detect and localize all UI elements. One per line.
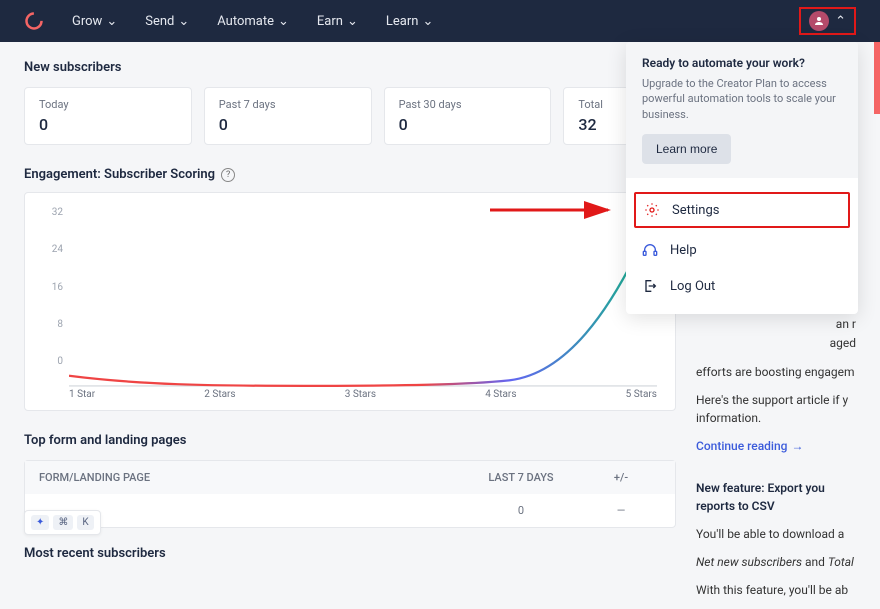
menu-label: Help: [670, 243, 697, 258]
chevron-down-icon: ⌄: [278, 14, 289, 29]
gear-icon: [644, 202, 660, 218]
menu-label: Settings: [672, 203, 719, 218]
nav-grow[interactable]: Grow⌄: [72, 14, 117, 29]
logout-icon: [642, 278, 658, 294]
annotation-arrow: [490, 195, 620, 225]
nav-send[interactable]: Send⌄: [145, 14, 189, 29]
forms-title: Top form and landing pages: [24, 433, 676, 448]
chevron-down-icon: ⌄: [178, 14, 189, 29]
chevron-down-icon: ⌄: [106, 14, 117, 29]
y-axis: 32 24 16 8 0: [43, 207, 69, 387]
headset-icon: [642, 242, 658, 258]
forms-table: FORM/LANDING PAGE LAST 7 DAYS +/- 0 —: [24, 460, 676, 528]
th-last7: LAST 7 DAYS: [461, 471, 581, 484]
stat-30days: Past 30 days0: [384, 87, 552, 145]
stat-today: Today0: [24, 87, 192, 145]
profile-dropdown: Ready to automate your work? Upgrade to …: [626, 42, 858, 314]
menu-label: Log Out: [670, 279, 715, 294]
recent-subscribers-title: Most recent subscribers: [24, 546, 676, 561]
nav-learn[interactable]: Learn⌄: [386, 14, 433, 29]
x-axis: 1 Star 2 Stars 3 Stars 4 Stars 5 Stars: [43, 389, 657, 400]
learn-more-button[interactable]: Learn more: [642, 134, 731, 164]
brand-logo: [24, 11, 44, 31]
stats-row: Today0 Past 7 days0 Past 30 days0 Total3…: [24, 87, 676, 145]
arrow-right-icon: →: [791, 437, 803, 455]
feature-title: New feature: Export you reports to CSV: [696, 479, 856, 515]
profile-menu-trigger[interactable]: ⌃: [799, 7, 856, 35]
th-delta: +/-: [581, 471, 661, 484]
engagement-title: Engagement: Subscriber Scoring: [24, 167, 215, 182]
top-nav: Grow⌄ Send⌄ Automate⌄ Earn⌄ Learn⌄ ⌃: [0, 0, 880, 42]
plot-area: [69, 207, 657, 387]
kbd-cmd: ⌘: [53, 515, 73, 530]
avatar-icon: [809, 11, 829, 31]
new-subscribers-title: New subscribers: [24, 60, 676, 75]
chevron-down-icon: ⌄: [422, 14, 433, 29]
nav-automate[interactable]: Automate⌄: [217, 14, 289, 29]
bolt-icon: ✦: [31, 515, 49, 530]
command-palette-hint[interactable]: ✦ ⌘ K: [24, 510, 101, 535]
chevron-down-icon: ⌄: [347, 14, 358, 29]
promo-title: Ready to automate your work?: [642, 56, 842, 70]
menu-logout[interactable]: Log Out: [626, 268, 858, 304]
th-form: FORM/LANDING PAGE: [39, 471, 461, 484]
kbd-k: K: [77, 515, 93, 530]
continue-reading-link[interactable]: Continue reading →: [696, 437, 856, 455]
promo-card: Ready to automate your work? Upgrade to …: [626, 42, 858, 178]
accent-bar: [874, 42, 880, 114]
chevron-up-icon: ⌃: [835, 14, 846, 29]
table-row: 0 —: [25, 494, 675, 527]
nav-earn[interactable]: Earn⌄: [317, 14, 358, 29]
menu-help[interactable]: Help: [626, 232, 858, 268]
help-icon[interactable]: ?: [221, 168, 235, 182]
promo-body: Upgrade to the Creator Plan to access po…: [642, 76, 842, 122]
menu-settings[interactable]: Settings: [634, 192, 850, 228]
stat-7days: Past 7 days0: [204, 87, 372, 145]
